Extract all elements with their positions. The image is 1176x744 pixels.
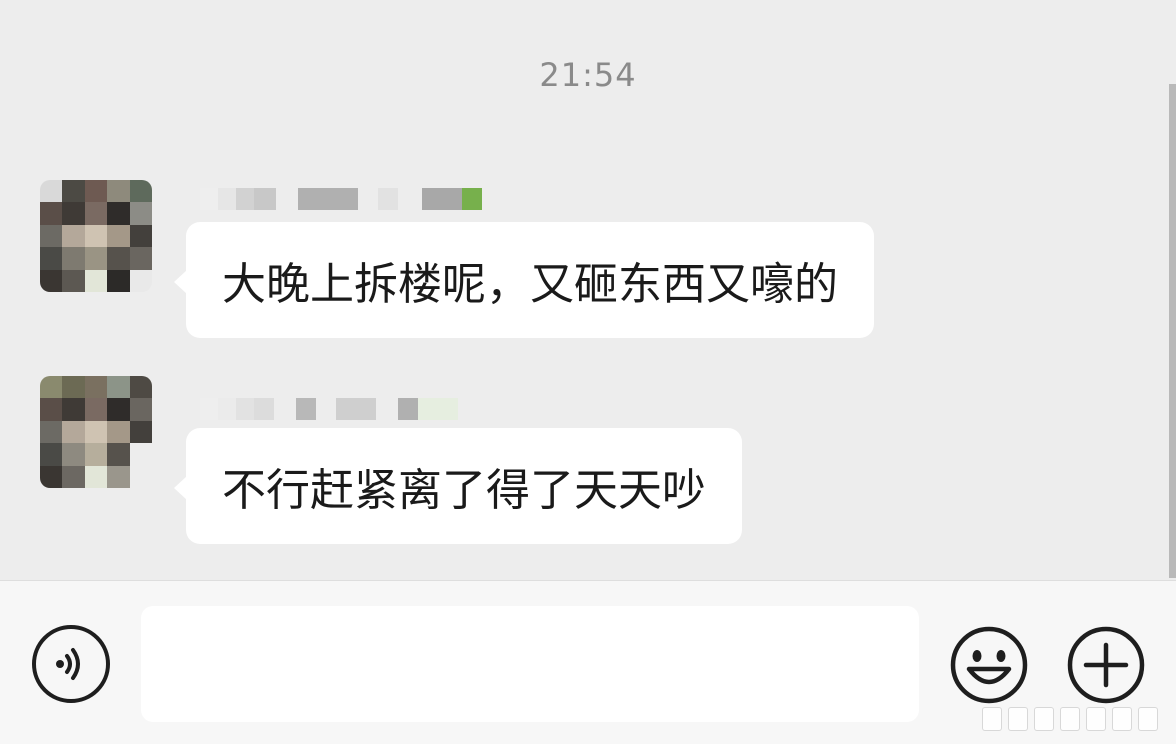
more-options-button[interactable]: [1066, 625, 1146, 705]
message-bubble[interactable]: 大晚上拆楼呢，又砸东西又嚎的: [174, 222, 874, 338]
emoji-button[interactable]: [949, 625, 1029, 705]
plus-icon: [1067, 626, 1145, 704]
message-timestamp: 21:54: [539, 56, 637, 94]
message-bubble[interactable]: 不行赶紧离了得了天天吵: [174, 428, 742, 544]
sender-name-blurred: [200, 398, 458, 420]
scrollbar[interactable]: [1169, 84, 1176, 578]
sender-name-blurred: [200, 188, 482, 210]
avatar[interactable]: [40, 180, 152, 292]
emoji-icon: [950, 626, 1028, 704]
watermark: [982, 707, 1158, 731]
voice-input-button[interactable]: [32, 625, 110, 703]
message-input[interactable]: [141, 606, 919, 722]
avatar[interactable]: [40, 376, 152, 488]
chat-screen: 21:54 大晚上拆楼呢，又砸东西又嚎的 不行赶紧离了得了天天吵: [0, 0, 1176, 744]
voice-icon: [56, 648, 80, 680]
input-bar: [0, 580, 1176, 744]
